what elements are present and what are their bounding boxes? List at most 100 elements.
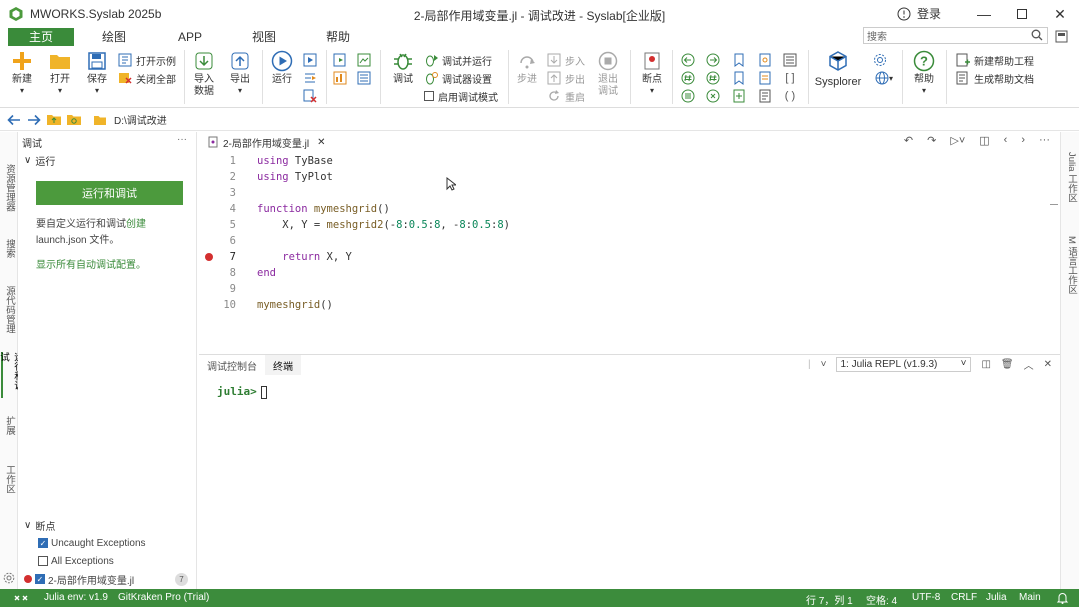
tab-app[interactable]: APP	[160, 28, 220, 46]
activity-search[interactable]: 搜索	[1, 232, 17, 264]
bp-file-item[interactable]: ✓ 2-局部作用域变量.jl 7	[24, 571, 194, 587]
step-in-button[interactable]: 步入	[547, 52, 585, 68]
activity-explorer[interactable]: 资源管理器	[1, 158, 17, 218]
indentation[interactable]: 空格: 4	[866, 592, 897, 607]
julia-env[interactable]: Julia env: v1.9	[44, 592, 108, 603]
browse-folder-button[interactable]	[64, 111, 84, 129]
just-my-code-toggle[interactable]: 启用调试模式	[424, 88, 498, 104]
code-line[interactable]: 9	[199, 281, 1060, 297]
more-icon[interactable]: ···	[177, 134, 187, 145]
julia-workspace-tab[interactable]: Julia 工作区	[1063, 152, 1078, 222]
exit-debug-button[interactable]: 退出 调试	[594, 50, 622, 98]
code-line[interactable]: 1 using TyBase	[199, 153, 1060, 169]
search-input[interactable]: 搜索	[863, 27, 1048, 44]
line-ending[interactable]: CRLF	[951, 592, 977, 603]
tool-b-button[interactable]	[356, 52, 372, 68]
nav-back-button[interactable]	[680, 52, 696, 68]
bp-all-checkbox[interactable]	[38, 556, 48, 566]
prev-icon[interactable]: ‹	[1004, 134, 1008, 147]
debugger-settings-button[interactable]: 调试器设置	[424, 70, 492, 86]
activity-workspace[interactable]: 工作区	[1, 454, 17, 504]
import-data-button[interactable]: 导入 数据	[190, 50, 218, 98]
close-window-button[interactable]: ✕	[1041, 0, 1079, 28]
breakpoints-button[interactable]: 断点 ▾	[638, 50, 666, 95]
undo-icon[interactable]: ↶	[904, 134, 913, 147]
brackets-button[interactable]: [ ]	[782, 70, 798, 86]
tab-terminal[interactable]: 终端	[265, 355, 301, 375]
chevron-down-icon[interactable]: ˅	[821, 359, 827, 370]
tab-plot[interactable]: 绘图	[84, 28, 144, 46]
debug-button[interactable]: 调试	[388, 50, 418, 86]
more-actions-icon[interactable]: ···	[1039, 134, 1050, 147]
trash-icon[interactable]: 🗑	[1001, 359, 1014, 370]
cursor-position[interactable]: 行 7，列 1	[806, 592, 853, 607]
close-tab-icon[interactable]: ✕	[317, 137, 325, 148]
open-button[interactable]: 打开 ▾	[46, 50, 74, 95]
find-next-button[interactable]	[757, 70, 773, 86]
stop-run-button[interactable]	[302, 88, 318, 104]
indent-button[interactable]	[680, 88, 696, 104]
terminal-prompt[interactable]: julia>	[217, 385, 267, 399]
tool-a-button[interactable]	[332, 52, 348, 68]
tab-help[interactable]: 帮助	[308, 28, 368, 46]
breakpoints-section-header[interactable]: ∨ 断点	[18, 517, 197, 533]
redo-icon[interactable]: ↷	[927, 134, 936, 147]
activity-extensions[interactable]: 扩展	[1, 404, 17, 446]
outdent-button[interactable]	[705, 88, 721, 104]
tab-home[interactable]: 主页	[8, 28, 74, 46]
find-doc-button[interactable]	[757, 52, 773, 68]
code-line[interactable]: 8 end	[199, 265, 1060, 281]
new-button[interactable]: 新建 ▾	[8, 50, 36, 95]
step-out-button[interactable]: 步出	[547, 70, 585, 86]
show-all-configs-link[interactable]: 显示所有自动调试配置。	[36, 258, 191, 274]
run-file-icon[interactable]: ▷˅	[950, 134, 965, 147]
notification-bell-icon[interactable]	[1056, 592, 1069, 604]
close-panel-icon[interactable]: ✕	[1044, 359, 1052, 370]
encoding[interactable]: UTF-8	[912, 592, 940, 603]
tab-debug-console[interactable]: 调试控制台	[199, 355, 265, 375]
tool-c-button[interactable]	[332, 70, 348, 86]
split-terminal-icon[interactable]: ◫	[981, 359, 990, 370]
branch[interactable]: Main	[1019, 592, 1041, 603]
brace-button[interactable]: ( )	[782, 88, 798, 104]
nav-forward-button[interactable]	[705, 52, 721, 68]
maximize-button[interactable]	[1003, 0, 1041, 28]
run-section-button[interactable]	[302, 52, 318, 68]
export-button[interactable]: 导出 ▾	[226, 50, 254, 95]
run-button[interactable]: 运行	[268, 50, 296, 86]
settings-button[interactable]	[872, 52, 888, 68]
next-icon[interactable]: ›	[1021, 134, 1025, 147]
save-button[interactable]: 保存 ▾	[83, 50, 111, 95]
current-path[interactable]: D:\调试改进	[114, 112, 167, 127]
bp-uncaught-checkbox[interactable]: ✓	[38, 538, 48, 548]
sysplorer-button[interactable]: Sysplorer	[812, 50, 864, 88]
bookmark-prev-button[interactable]	[731, 70, 747, 86]
run-advance-button[interactable]	[302, 70, 318, 86]
remote-icon[interactable]	[13, 591, 29, 605]
language-mode[interactable]: Julia	[986, 592, 1007, 603]
minimize-button[interactable]: —	[965, 0, 1003, 28]
login-button[interactable]: 登录	[897, 5, 941, 22]
back-button[interactable]	[4, 111, 24, 129]
bp-uncaught-exceptions[interactable]: ✓ Uncaught Exceptions	[38, 535, 146, 551]
code-editor[interactable]: 1 using TyBase 2 using TyPlot 3 4 function mym…	[199, 152, 1060, 352]
terminal-select[interactable]: 1: Julia REPL (v1.9.3) ˅	[836, 357, 972, 372]
code-line[interactable]: 6	[199, 233, 1060, 249]
web-button[interactable]: ▾	[872, 70, 896, 86]
uncomment-button[interactable]	[705, 70, 721, 86]
editor-tab[interactable]: 2-局部作用域变量.jl ✕	[207, 132, 326, 152]
maximize-panel-icon[interactable]: ︿	[1024, 357, 1034, 372]
insert-button[interactable]	[731, 88, 747, 104]
forward-button[interactable]	[24, 111, 44, 129]
bookmark-button[interactable]	[731, 52, 747, 68]
ribbon-collapse-button[interactable]	[1053, 28, 1069, 44]
tab-view[interactable]: 视图	[234, 28, 294, 46]
new-help-project-button[interactable]: 新建帮助工程	[956, 52, 1034, 68]
bp-all-exceptions[interactable]: All Exceptions	[38, 553, 114, 569]
just-my-code-checkbox[interactable]	[424, 91, 434, 101]
gen-help-doc-button[interactable]: 生成帮助文档	[956, 70, 1034, 86]
run-section-header[interactable]: ∨ 运行	[18, 152, 197, 168]
gitkraken-status[interactable]: GitKraken Pro (Trial)	[118, 592, 209, 603]
debug-run-to-button[interactable]: 调试并运行	[424, 52, 492, 68]
tool-d-button[interactable]	[356, 70, 372, 86]
